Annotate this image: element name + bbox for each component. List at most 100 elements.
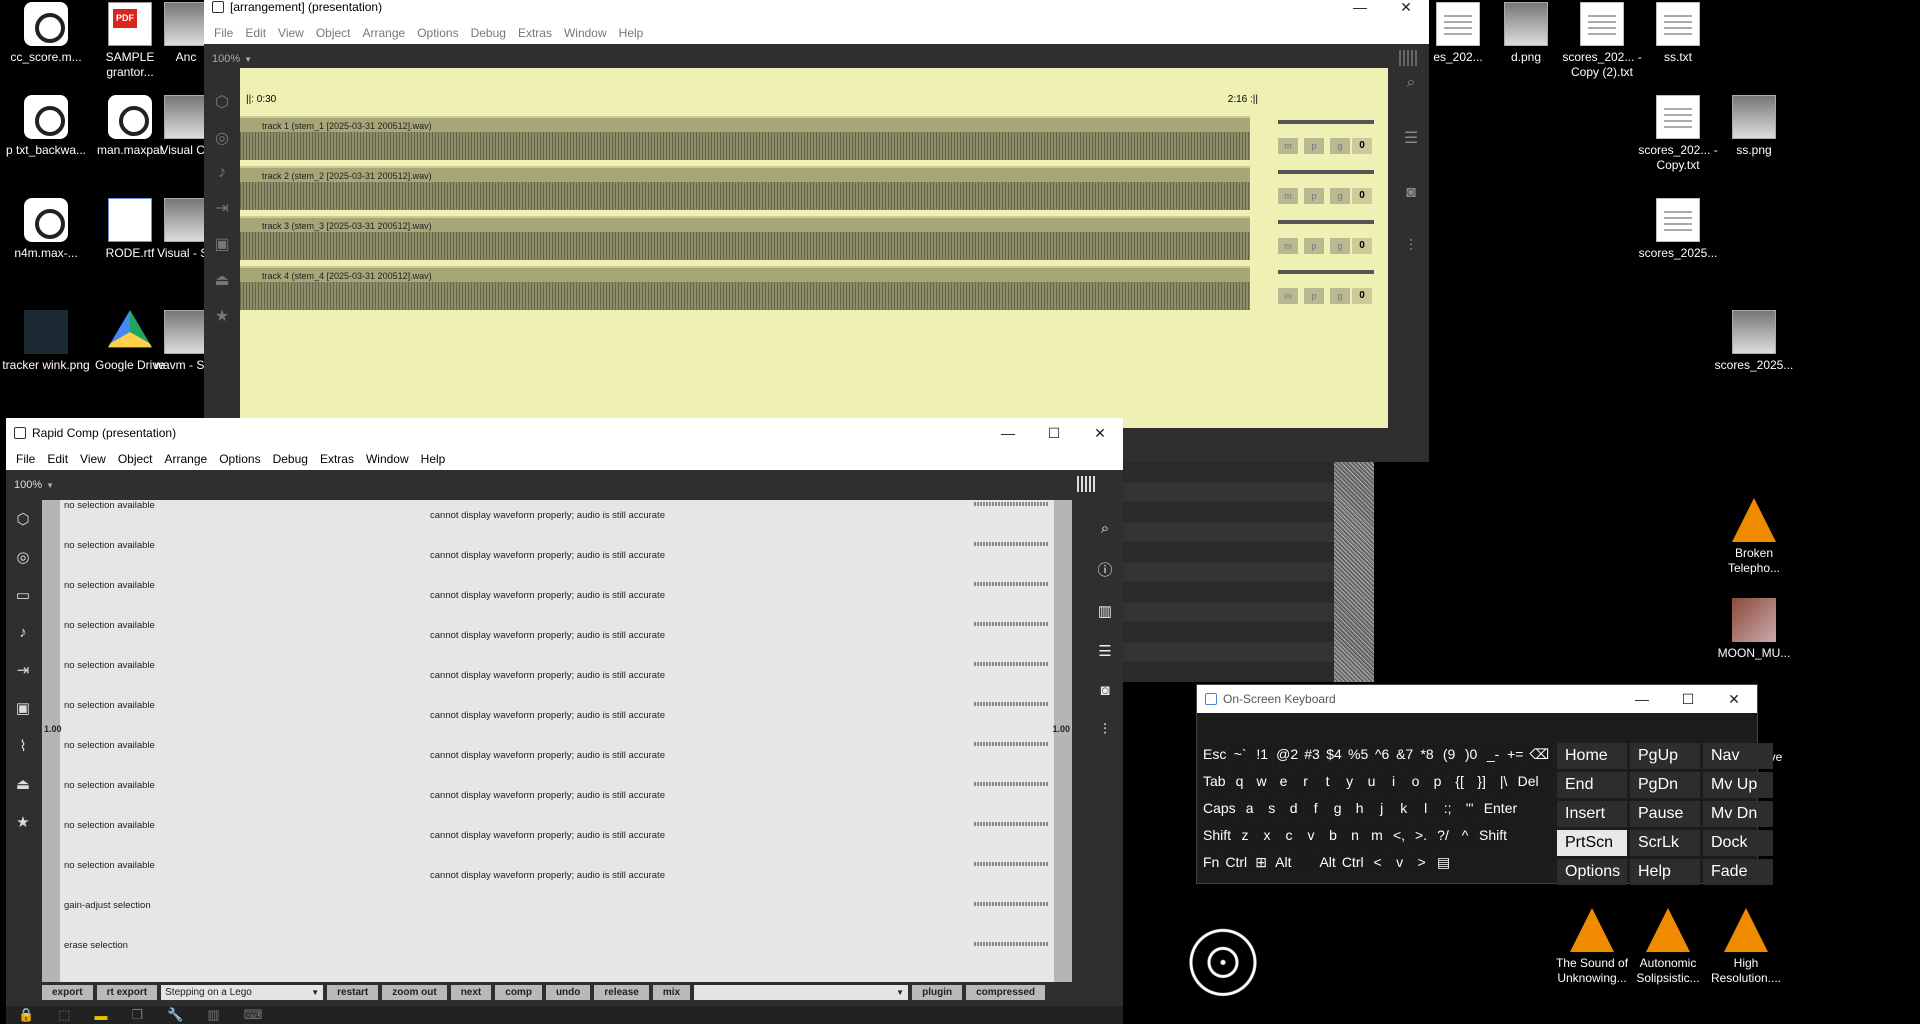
menu-help[interactable]: Help: [415, 452, 452, 466]
list-icon[interactable]: ☰: [1404, 128, 1418, 148]
menu-options[interactable]: Options: [411, 26, 464, 40]
track-p-button[interactable]: p: [1304, 138, 1324, 154]
track-g-button[interactable]: g: [1330, 188, 1350, 204]
key[interactable]: q: [1229, 769, 1250, 794]
key[interactable]: Tab: [1201, 769, 1228, 794]
key[interactable]: Alt: [1273, 850, 1294, 875]
search-icon[interactable]: ⌕: [1407, 74, 1416, 92]
list-item[interactable]: no selection available cannot display wav…: [60, 860, 1054, 900]
key[interactable]: +=: [1505, 742, 1526, 767]
plug-icon[interactable]: ⏏: [214, 270, 229, 290]
key[interactable]: Shift: [1477, 823, 1510, 848]
key[interactable]: ^6: [1372, 742, 1393, 767]
key[interactable]: i: [1383, 769, 1404, 794]
minimize-icon[interactable]: —: [1619, 684, 1665, 714]
music-note-icon[interactable]: ♪: [19, 624, 27, 641]
track-row[interactable]: track 3 (stem_3 [2025-03-31 200512].wav): [240, 216, 1250, 260]
key[interactable]: Ctrl: [1339, 850, 1366, 875]
key[interactable]: %5: [1346, 742, 1371, 767]
menu-arrange[interactable]: Arrange: [357, 26, 412, 40]
menu-debug[interactable]: Debug: [267, 452, 314, 466]
next-button[interactable]: next: [450, 984, 492, 1000]
desktop-icon[interactable]: ss.png: [1708, 95, 1800, 158]
menu-edit[interactable]: Edit: [239, 26, 272, 40]
nav-key[interactable]: Pause: [1630, 801, 1700, 827]
track-g-button[interactable]: g: [1330, 288, 1350, 304]
menu-view[interactable]: View: [272, 26, 310, 40]
menu-file[interactable]: File: [208, 26, 239, 40]
key[interactable]: v: [1389, 850, 1410, 875]
key[interactable]: b: [1323, 823, 1344, 848]
key[interactable]: g: [1327, 796, 1348, 821]
step-icon[interactable]: ⇥: [215, 198, 228, 218]
key[interactable]: t: [1317, 769, 1338, 794]
key[interactable]: ⌫: [1527, 742, 1551, 767]
key[interactable]: @2: [1274, 742, 1301, 767]
zoom-select[interactable]: 100%: [14, 479, 42, 491]
grid-icon[interactable]: [1399, 50, 1417, 66]
track-p-button[interactable]: p: [1304, 188, 1324, 204]
key[interactable]: ?/: [1433, 823, 1454, 848]
waveform[interactable]: [240, 132, 1250, 160]
nav-key[interactable]: PgDn: [1630, 772, 1700, 798]
key[interactable]: !1: [1252, 742, 1273, 767]
track-g-button[interactable]: g: [1330, 238, 1350, 254]
key[interactable]: e: [1273, 769, 1294, 794]
list-item[interactable]: no selection available cannot display wav…: [60, 780, 1054, 820]
nav-key[interactable]: ScrLk: [1630, 830, 1700, 856]
key[interactable]: }]: [1471, 769, 1492, 794]
list-icon[interactable]: ☰: [1098, 642, 1111, 660]
rapid-comp-titlebar[interactable]: Rapid Comp (presentation) — ☐ ✕: [6, 418, 1123, 448]
compressed-button[interactable]: compressed: [966, 984, 1046, 1000]
key[interactable]: h: [1349, 796, 1370, 821]
track-p-button[interactable]: p: [1304, 238, 1324, 254]
nav-key[interactable]: Nav: [1703, 743, 1773, 769]
grid-icon[interactable]: [1077, 476, 1095, 492]
menu-file[interactable]: File: [10, 452, 41, 466]
menu-arrange[interactable]: Arrange: [159, 452, 214, 466]
key[interactable]: ⊞: [1251, 850, 1272, 875]
edit-icon[interactable]: ⬚: [58, 1007, 70, 1023]
key[interactable]: <: [1367, 850, 1388, 875]
plug-icon[interactable]: ⏏: [16, 775, 30, 793]
timeline[interactable]: ||: 0:30 2:16 :||: [242, 94, 1258, 110]
menu-view[interactable]: View: [74, 452, 112, 466]
key[interactable]: k: [1393, 796, 1414, 821]
target-icon[interactable]: ◎: [16, 548, 29, 566]
waveform[interactable]: [240, 282, 1250, 310]
list-item[interactable]: erase selection: [60, 940, 1054, 980]
menu-help[interactable]: Help: [613, 26, 650, 40]
key[interactable]: >: [1411, 850, 1432, 875]
key[interactable]: |\: [1493, 769, 1514, 794]
desktop-icon[interactable]: p txt_backwa...: [0, 95, 92, 158]
menu-options[interactable]: Options: [213, 452, 266, 466]
list-item[interactable]: no selection available cannot display wav…: [60, 540, 1054, 580]
arrangement-canvas[interactable]: ||: 0:30 2:16 :|| track 1 (stem_1 [2025-…: [240, 68, 1388, 428]
close-icon[interactable]: ✕: [1383, 0, 1429, 22]
sliders-icon[interactable]: ⫶: [1103, 721, 1107, 738]
key[interactable]: Caps: [1201, 796, 1238, 821]
menu-window[interactable]: Window: [360, 452, 415, 466]
key[interactable]: Alt: [1317, 850, 1338, 875]
key[interactable]: ~`: [1230, 742, 1251, 767]
list-item[interactable]: no selection available cannot display wav…: [60, 660, 1054, 700]
arrangement-titlebar[interactable]: [arrangement] (presentation) — ✕: [204, 0, 1429, 22]
image-icon[interactable]: ▣: [214, 234, 229, 254]
music-note-icon[interactable]: ♪: [218, 164, 226, 182]
menu-object[interactable]: Object: [112, 452, 159, 466]
key[interactable]: d: [1283, 796, 1304, 821]
comp-button[interactable]: comp: [495, 984, 542, 1000]
osk-titlebar[interactable]: On-Screen Keyboard — ☐ ✕: [1197, 685, 1757, 713]
maximize-icon[interactable]: ☐: [1665, 684, 1711, 714]
key[interactable]: w: [1251, 769, 1272, 794]
rt-export-button[interactable]: rt export: [96, 984, 158, 1000]
track-row[interactable]: track 4 (stem_4 [2025-03-31 200512].wav): [240, 266, 1250, 310]
nav-key[interactable]: PrtScn: [1557, 830, 1627, 856]
menu-window[interactable]: Window: [558, 26, 613, 40]
key[interactable]: a: [1239, 796, 1260, 821]
key[interactable]: x: [1257, 823, 1278, 848]
list-item[interactable]: no selection available cannot display wav…: [60, 820, 1054, 860]
key[interactable]: ^: [1455, 823, 1476, 848]
star-icon[interactable]: ★: [16, 813, 29, 831]
track-value[interactable]: 0: [1352, 188, 1372, 204]
